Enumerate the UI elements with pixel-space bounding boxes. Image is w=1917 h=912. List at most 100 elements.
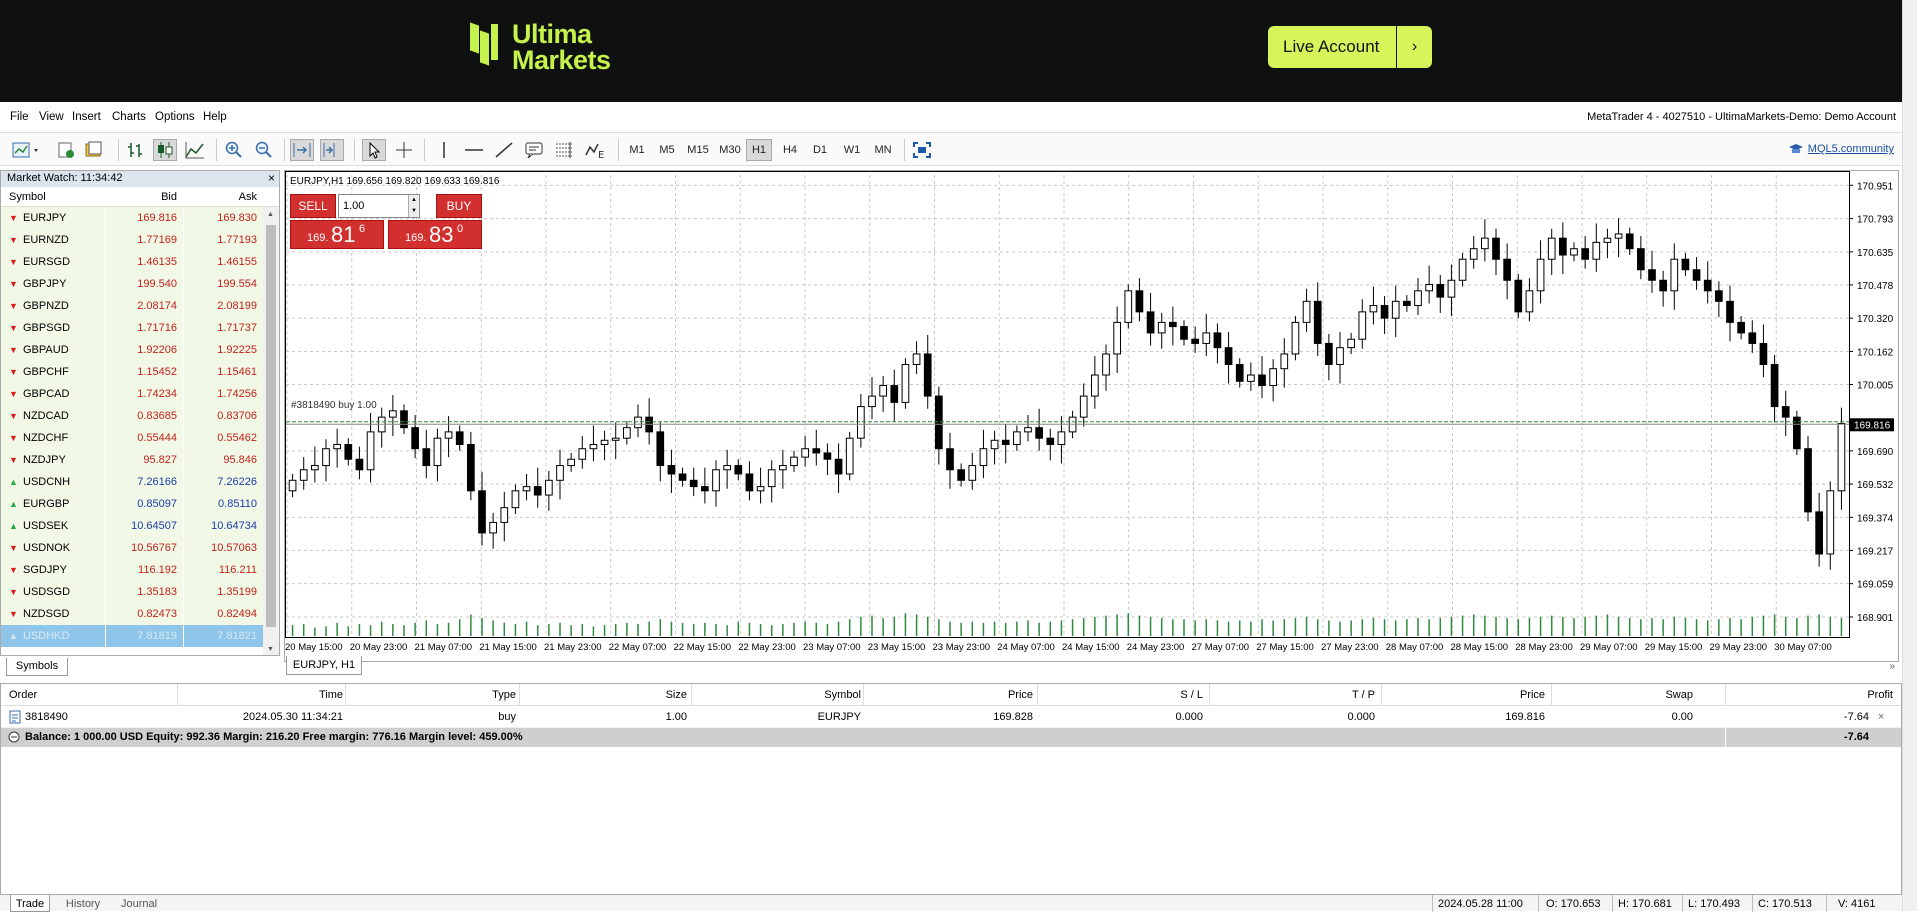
timeframe-d1[interactable]: D1 bbox=[807, 139, 833, 161]
live-account-button[interactable]: Live Account › bbox=[1268, 26, 1432, 68]
market-watch-row[interactable]: ▼ GBPAUD 1.92206 1.92225 bbox=[1, 339, 279, 361]
crosshair-icon[interactable] bbox=[392, 139, 416, 161]
tab-history[interactable]: History bbox=[60, 895, 106, 912]
market-watch-row[interactable]: ▲ USDHKD 7.81819 7.81821 bbox=[1, 625, 279, 647]
col-order[interactable]: Order bbox=[9, 689, 37, 701]
new-chart-icon[interactable] bbox=[10, 139, 44, 161]
column-symbol[interactable]: Symbol bbox=[9, 191, 46, 203]
svg-text:E: E bbox=[598, 150, 604, 159]
timeframe-m1[interactable]: M1 bbox=[624, 139, 650, 161]
chart-shift-icon[interactable] bbox=[320, 139, 344, 161]
collapse-icon[interactable] bbox=[8, 731, 20, 743]
market-watch-row[interactable]: ▼ GBPNZD 2.08174 2.08199 bbox=[1, 295, 279, 317]
market-watch-row[interactable]: ▼ EURJPY 169.816 169.830 bbox=[1, 207, 279, 229]
candle-body bbox=[701, 486, 709, 492]
bar-chart-icon[interactable] bbox=[124, 139, 148, 161]
market-watch-row[interactable]: ▼ EURNZD 1.77169 1.77193 bbox=[1, 229, 279, 251]
col-current-price[interactable]: Price bbox=[1495, 689, 1545, 701]
tab-trade[interactable]: Trade bbox=[10, 895, 50, 912]
buy-price-big: 83 bbox=[429, 222, 454, 247]
col-profit[interactable]: Profit bbox=[1841, 689, 1893, 701]
market-watch-row[interactable]: ▼ NZDCAD 0.83685 0.83706 bbox=[1, 405, 279, 427]
sell-button[interactable]: SELL bbox=[290, 194, 336, 218]
menu-insert[interactable]: Insert bbox=[72, 111, 101, 123]
market-watch-row[interactable]: ▼ USDNOK 10.56767 10.57063 bbox=[1, 537, 279, 559]
market-watch-row[interactable]: ▼ GBPCAD 1.74234 1.74256 bbox=[1, 383, 279, 405]
order-row[interactable]: 3818490 2024.05.30 11:34:21 buy 1.00 EUR… bbox=[1, 706, 1901, 728]
column-ask[interactable]: Ask bbox=[231, 191, 257, 203]
sell-price-box[interactable]: 169. 81 6 bbox=[290, 220, 384, 249]
bid-price: 10.56767 bbox=[131, 542, 177, 554]
market-watch-row[interactable]: ▼ NZDCHF 0.55444 0.55462 bbox=[1, 427, 279, 449]
tab-chart-eurjpy[interactable]: EURJPY, H1 bbox=[286, 656, 362, 675]
fullscreen-icon[interactable] bbox=[910, 139, 934, 161]
col-sl[interactable]: S / L bbox=[1151, 689, 1203, 701]
timeframe-mn[interactable]: MN bbox=[869, 139, 897, 161]
close-order-icon[interactable]: × bbox=[1878, 711, 1884, 723]
market-watch-row[interactable]: ▼ NZDSGD 0.82473 0.82494 bbox=[1, 603, 279, 625]
menu-options[interactable]: Options bbox=[155, 111, 195, 123]
menu-view[interactable]: View bbox=[39, 111, 64, 123]
timeframe-m5[interactable]: M5 bbox=[654, 139, 680, 161]
market-watch-scrollbar[interactable]: ▲ ▼ bbox=[263, 207, 279, 655]
market-watch-row[interactable]: ▲ EURGBP 0.85097 0.85110 bbox=[1, 493, 279, 515]
ultima-markets-logo[interactable]: Ultima Markets bbox=[470, 21, 611, 74]
buy-button[interactable]: BUY bbox=[436, 194, 482, 218]
candle-body bbox=[1804, 448, 1812, 513]
graduation-cap-icon bbox=[1788, 144, 1803, 153]
col-type[interactable]: Type bbox=[461, 689, 516, 701]
mql5-community-link[interactable]: MQL5.community bbox=[1788, 142, 1894, 156]
expand-icon[interactable]: » bbox=[1889, 661, 1895, 672]
candle-body bbox=[489, 521, 497, 534]
market-watch-row[interactable]: ▲ USDCNH 7.26166 7.26226 bbox=[1, 471, 279, 493]
ask-price: 0.82494 bbox=[217, 608, 257, 620]
fibonacci-icon[interactable] bbox=[552, 139, 576, 161]
timeframe-m15[interactable]: M15 bbox=[684, 139, 712, 161]
price-chart[interactable]: 170.951 170.793 170.635 170.478 170.320 170.1… bbox=[285, 171, 1898, 661]
col-swap[interactable]: Swap bbox=[1651, 689, 1693, 701]
market-watch-row[interactable]: ▼ NZDJPY 95.827 95.846 bbox=[1, 449, 279, 471]
market-watch-row[interactable]: ▼ USDSGD 1.35183 1.35199 bbox=[1, 581, 279, 603]
cursor-icon[interactable] bbox=[362, 139, 386, 161]
timeframe-h1[interactable]: H1 bbox=[746, 139, 772, 161]
timeframe-h4[interactable]: H4 bbox=[777, 139, 803, 161]
timeframe-w1[interactable]: W1 bbox=[839, 139, 865, 161]
close-icon[interactable]: × bbox=[268, 171, 275, 185]
col-price[interactable]: Price bbox=[961, 689, 1033, 701]
horizontal-line-icon[interactable] bbox=[462, 139, 486, 161]
market-watch-row[interactable]: ▼ GBPCHF 1.15452 1.15461 bbox=[1, 361, 279, 383]
col-size[interactable]: Size bbox=[621, 689, 687, 701]
data-window-icon[interactable] bbox=[82, 139, 106, 161]
zoom-in-icon[interactable] bbox=[222, 139, 246, 161]
menu-help[interactable]: Help bbox=[203, 111, 227, 123]
page-scrollbar[interactable] bbox=[1902, 0, 1917, 911]
buy-price-box[interactable]: 169. 83 0 bbox=[388, 220, 482, 249]
market-watch-row[interactable]: ▼ GBPSGD 1.71716 1.71737 bbox=[1, 317, 279, 339]
chart-window[interactable]: 170.951 170.793 170.635 170.478 170.320 170.1… bbox=[284, 170, 1899, 662]
candle-body bbox=[1770, 363, 1779, 408]
candlestick-chart-icon[interactable] bbox=[153, 139, 177, 161]
market-watch-row[interactable]: ▲ USDSEK 10.64507 10.64734 bbox=[1, 515, 279, 537]
zoom-out-icon[interactable] bbox=[252, 139, 276, 161]
line-chart-icon[interactable] bbox=[183, 139, 207, 161]
market-watch-row[interactable]: ▼ GBPJPY 199.540 199.554 bbox=[1, 273, 279, 295]
market-watch-row[interactable]: ▼ SGDJPY 116.192 116.211 bbox=[1, 559, 279, 581]
timeframe-m30[interactable]: M30 bbox=[716, 139, 744, 161]
vertical-line-icon[interactable] bbox=[432, 139, 456, 161]
tab-journal[interactable]: Journal bbox=[114, 895, 164, 912]
tab-symbols[interactable]: Symbols bbox=[6, 658, 68, 676]
trendline-icon[interactable] bbox=[492, 139, 516, 161]
auto-scroll-icon[interactable] bbox=[290, 139, 314, 161]
menu-file[interactable]: File bbox=[10, 111, 29, 123]
column-bid[interactable]: Bid bbox=[151, 191, 177, 203]
col-tp[interactable]: T / P bbox=[1321, 689, 1375, 701]
lot-spinner[interactable]: ▲ ▼ bbox=[408, 195, 419, 217]
col-time[interactable]: Time bbox=[301, 689, 343, 701]
profiles-icon[interactable] bbox=[54, 139, 78, 161]
menu-charts[interactable]: Charts bbox=[112, 111, 146, 123]
text-label-icon[interactable] bbox=[522, 139, 546, 161]
indicators-icon[interactable]: E bbox=[582, 139, 608, 161]
market-watch-row[interactable]: ▼ EURSGD 1.46135 1.46155 bbox=[1, 251, 279, 273]
col-symbol[interactable]: Symbol bbox=[801, 689, 861, 701]
candle-body bbox=[1681, 258, 1690, 271]
